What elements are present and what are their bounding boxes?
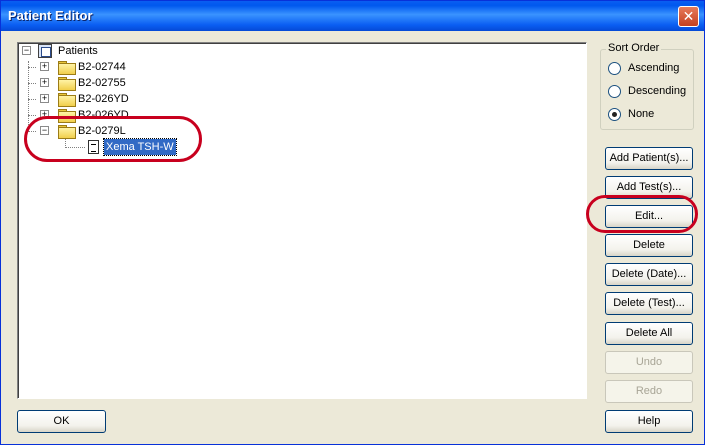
test-label: Xema TSH-W	[103, 138, 177, 156]
edit-button[interactable]: Edit...	[605, 205, 693, 228]
radio-unchecked-icon	[608, 85, 621, 98]
tree-patient-node[interactable]: + B2-02744	[18, 59, 218, 75]
document-icon	[88, 140, 99, 154]
patient-tree[interactable]: − Patients + B2-02744 + B2-02755 + B2-02…	[17, 42, 587, 399]
folder-icon	[58, 93, 76, 107]
tree-patient-node[interactable]: + B2-02755	[18, 75, 218, 91]
sort-order-group: Sort Order Ascending Descending None	[600, 42, 694, 130]
patient-editor-window: Patient Editor ✕ − Patients + B2-02744 +…	[0, 0, 705, 445]
sort-order-title: Sort Order	[606, 42, 662, 54]
folder-icon	[58, 77, 76, 91]
delete-date-button[interactable]: Delete (Date)...	[605, 263, 693, 286]
close-button[interactable]: ✕	[678, 6, 699, 27]
patient-label: B2-02755	[78, 77, 126, 89]
radio-checked-icon	[608, 108, 621, 121]
help-button[interactable]: Help	[605, 410, 693, 433]
radio-none-label: None	[628, 108, 655, 120]
expand-icon[interactable]: +	[40, 110, 49, 119]
radio-descending-label: Descending	[628, 85, 687, 97]
window-title: Patient Editor	[8, 8, 93, 23]
dialog-client-area: − Patients + B2-02744 + B2-02755 + B2-02…	[4, 31, 701, 443]
tree-test-node[interactable]: Xema TSH-W	[18, 138, 218, 156]
folder-icon	[58, 109, 76, 123]
folder-icon	[58, 61, 76, 75]
undo-button[interactable]: Undo	[605, 351, 693, 374]
expand-icon[interactable]: +	[40, 94, 49, 103]
folder-open-icon	[58, 125, 76, 139]
delete-all-button[interactable]: Delete All	[605, 322, 693, 345]
delete-test-button[interactable]: Delete (Test)...	[605, 292, 693, 315]
radio-ascending-label: Ascending	[628, 62, 680, 74]
tree-patient-node[interactable]: + B2-026YD	[18, 91, 218, 107]
radio-unchecked-icon	[608, 62, 621, 75]
expand-icon[interactable]: +	[40, 62, 49, 71]
patient-label: B2-0279L	[78, 125, 126, 137]
expand-icon[interactable]: +	[40, 78, 49, 87]
collapse-icon[interactable]: −	[22, 46, 31, 55]
tree-patient-node[interactable]: + B2-026YD	[18, 107, 218, 123]
tree-root-label: Patients	[58, 45, 98, 57]
tree-root-node[interactable]: − Patients	[18, 43, 218, 59]
patient-label: B2-02744	[78, 61, 126, 73]
patient-label: B2-026YD	[78, 109, 129, 121]
add-tests-button[interactable]: Add Test(s)...	[605, 176, 693, 199]
patient-label: B2-026YD	[78, 93, 129, 105]
redo-button[interactable]: Redo	[605, 380, 693, 403]
title-bar[interactable]: Patient Editor ✕	[1, 1, 704, 31]
add-patients-button[interactable]: Add Patient(s)...	[605, 147, 693, 170]
close-icon: ✕	[682, 8, 695, 24]
ok-button[interactable]: OK	[17, 410, 106, 433]
tree-patient-node[interactable]: − B2-0279L	[18, 123, 218, 139]
delete-button[interactable]: Delete	[605, 234, 693, 257]
collapse-icon[interactable]: −	[40, 126, 49, 135]
patients-root-icon	[38, 44, 52, 58]
